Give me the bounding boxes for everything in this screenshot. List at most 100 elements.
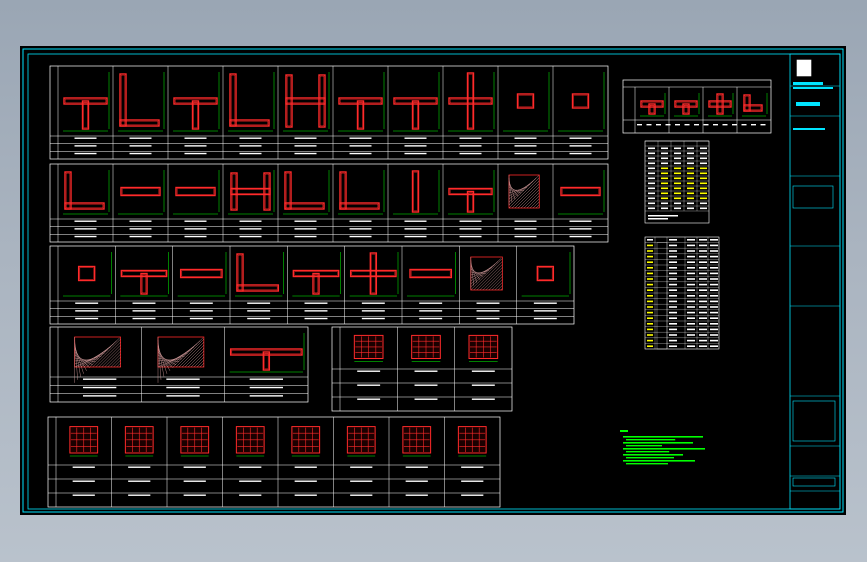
table-cell-text xyxy=(700,207,707,210)
table-cell-text xyxy=(687,289,695,291)
table-cell-text xyxy=(687,323,695,325)
table-cell-text xyxy=(239,220,262,222)
table-cell-text xyxy=(459,235,482,238)
column-section xyxy=(393,170,440,215)
table-cell-text xyxy=(687,167,694,170)
table-cell-text xyxy=(294,228,317,230)
table-cell-text xyxy=(189,310,213,312)
table-cell-text xyxy=(476,302,500,304)
table-cell-text xyxy=(294,480,317,482)
hatch-line xyxy=(526,195,540,209)
table-cell-text xyxy=(700,162,707,165)
cad-drawing-viewport[interactable] xyxy=(20,46,846,515)
table-cell-text xyxy=(648,152,655,155)
table-cell-text xyxy=(648,172,655,175)
table-cell-text xyxy=(189,302,213,304)
square-column xyxy=(69,426,99,457)
schedule-row-2 xyxy=(49,163,609,243)
table-cell-text xyxy=(674,197,681,200)
table-cell-text xyxy=(647,244,653,247)
table-cell-text xyxy=(647,339,653,342)
table-cell-text xyxy=(669,311,677,314)
table-cell-text xyxy=(687,278,695,280)
table-cell-text xyxy=(404,235,427,238)
stirrup xyxy=(193,102,198,129)
table-cell-text xyxy=(656,124,661,126)
table-cell-text xyxy=(647,295,653,297)
table-cell-text xyxy=(687,187,694,190)
table-cell-text xyxy=(687,244,695,247)
table-cell-text xyxy=(129,145,152,147)
hatch-line xyxy=(187,351,204,368)
table-cell-text xyxy=(239,228,262,230)
stirrup xyxy=(181,270,222,277)
table-cell-text xyxy=(661,167,668,170)
note-line xyxy=(623,448,705,450)
table-cell-text xyxy=(700,157,707,160)
table-cell-text xyxy=(184,235,207,238)
rebar-cage xyxy=(708,100,732,108)
rebar-cage xyxy=(571,93,590,109)
table-cell-text xyxy=(699,278,707,280)
hatch-line xyxy=(479,267,503,291)
table-cell-text xyxy=(699,289,707,291)
table-cell-text xyxy=(361,310,385,312)
hatch-line xyxy=(169,340,201,368)
table-cell-text xyxy=(687,267,695,269)
hatch-line xyxy=(491,279,503,291)
table-cell-text xyxy=(647,239,653,241)
table-cell-text xyxy=(699,261,707,263)
table-cell-text xyxy=(665,124,671,126)
table-cell-text xyxy=(471,398,495,400)
hatch-line xyxy=(193,357,204,368)
schedule-row-4 xyxy=(49,326,309,403)
table-cell-text xyxy=(533,317,557,320)
column-section xyxy=(63,252,112,297)
hatch-line xyxy=(110,357,121,368)
table-cell-text xyxy=(132,310,156,312)
table-cell-text xyxy=(183,480,206,482)
rebar-cage xyxy=(119,73,127,127)
table-cell-text xyxy=(647,255,653,258)
table-cell-text xyxy=(661,147,668,150)
note-line xyxy=(623,442,693,444)
table-cell-text xyxy=(700,182,707,185)
rebar-cage xyxy=(743,104,763,112)
hatch-line xyxy=(74,342,81,377)
table-cell-text xyxy=(699,345,707,347)
table-cell-text xyxy=(350,480,373,482)
table-cell-text xyxy=(687,157,694,160)
table-note xyxy=(648,215,678,217)
table-cell-text xyxy=(710,250,718,252)
table-cell-text xyxy=(687,162,694,165)
rebar-cage xyxy=(466,72,475,130)
table-cell-text xyxy=(760,124,766,126)
title-block-number xyxy=(792,477,836,487)
table-cell-text xyxy=(699,328,707,331)
table-cell-text xyxy=(648,192,655,195)
table-cell-text xyxy=(700,177,707,180)
table-cell-text xyxy=(647,345,653,347)
column-section xyxy=(120,252,169,297)
table-cell-text xyxy=(533,310,557,312)
table-cell-text xyxy=(710,311,718,314)
table-cell-text xyxy=(361,317,385,320)
table-cell-text xyxy=(514,152,537,155)
column-section xyxy=(393,72,440,132)
table-cell-text xyxy=(72,466,95,468)
stirrup xyxy=(538,267,553,280)
table-cell-text xyxy=(459,152,482,155)
table-cell-text xyxy=(129,228,152,230)
table-cell-text xyxy=(648,202,655,205)
stirrup xyxy=(468,192,473,211)
stirrup xyxy=(264,173,269,209)
title-block-text xyxy=(793,82,823,85)
note-line xyxy=(626,439,676,441)
table-cell-text xyxy=(674,187,681,190)
table-cell-text xyxy=(699,255,707,258)
table-cell-text xyxy=(404,137,427,139)
table-cell-text xyxy=(83,395,117,397)
table-cell-text xyxy=(687,192,694,195)
table-cell-text xyxy=(674,152,681,155)
structural-drawing-canvas[interactable] xyxy=(20,46,846,515)
